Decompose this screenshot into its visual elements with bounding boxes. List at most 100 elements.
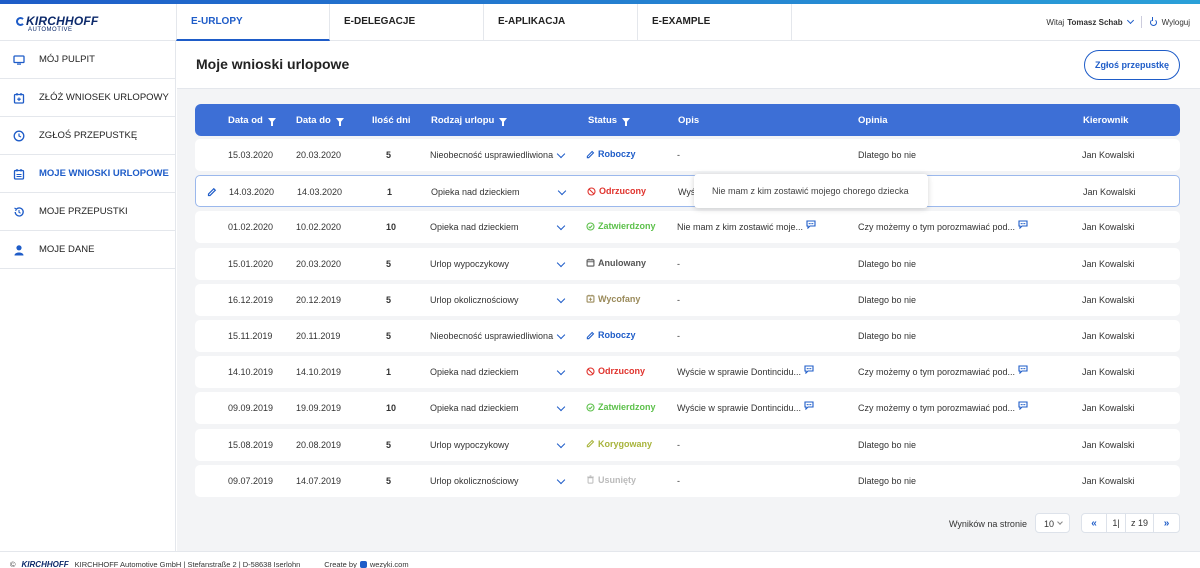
chevron-down-icon[interactable]: [1126, 16, 1134, 25]
description-text: Wyś: [678, 187, 696, 198]
first-page-button[interactable]: «: [1082, 514, 1107, 532]
header-label: Data od: [228, 115, 263, 126]
sidebar-item-moj-pulpit[interactable]: MÓJ PULPIT: [0, 41, 175, 79]
user-name[interactable]: Tomasz Schab: [1067, 18, 1122, 27]
sidebar-item-moje-dane[interactable]: MOJE DANE: [0, 231, 175, 269]
chevron-down-icon[interactable]: [556, 475, 566, 485]
cell-leave-type: Urlop okolicznościowy: [430, 294, 519, 305]
sidebar-item-zloz-wniosek[interactable]: ZŁÓŻ WNIOSEK URLOPOWY: [0, 79, 175, 117]
cell-manager: Jan Kowalski: [1082, 222, 1135, 233]
logo-main-text: KIRCHHOFF: [26, 14, 99, 28]
tab-e-urlopy[interactable]: E-URLOPY: [176, 4, 330, 41]
cell-manager: Jan Kowalski: [1082, 331, 1135, 341]
status-icon: [586, 439, 595, 448]
logo-swoosh-icon: [16, 16, 25, 26]
cell-days: 5: [386, 439, 392, 450]
chevron-down-icon[interactable]: [556, 403, 566, 412]
table-row[interactable]: 14.03.2020 14.03.2020 1 Opieka nad dzieckie…: [195, 175, 1180, 208]
table-header: Data od Data do Ilość dni Rodzaj urlopu …: [195, 104, 1180, 136]
cell-date-from: 15.01.2020: [228, 258, 274, 269]
header-type[interactable]: Rodzaj urlopu: [431, 115, 508, 126]
tab-e-aplikacja[interactable]: E-APLIKACJA: [484, 4, 638, 41]
sidebar-item-moje-przepustki[interactable]: MOJE PRZEPUSTKI: [0, 193, 175, 231]
cell-date-to: 10.02.2020: [296, 222, 342, 233]
chevron-down-icon[interactable]: [556, 258, 566, 267]
cell-manager: Jan Kowalski: [1082, 439, 1135, 450]
tab-e-example[interactable]: E-EXAMPLE: [638, 4, 792, 41]
status-icon: [586, 403, 595, 412]
filter-icon[interactable]: [499, 118, 508, 126]
filter-icon[interactable]: [267, 118, 276, 126]
chevron-down-icon: [1057, 519, 1063, 525]
cell-manager: Jan Kowalski: [1083, 187, 1136, 198]
chevron-down-icon[interactable]: [556, 330, 566, 340]
table-row[interactable]: 15.03.2020 20.03.2020 5 Nieobecność usprawi…: [195, 139, 1180, 171]
sidebar-item-label: MOJE WNIOSKI URLOPOWE: [39, 168, 169, 179]
edit-icon[interactable]: [207, 187, 217, 197]
chevron-down-icon[interactable]: [557, 186, 567, 196]
chevron-down-icon[interactable]: [556, 149, 566, 159]
table-row[interactable]: 14.10.2019 14.10.2019 1 Opieka nad dzieckie…: [195, 356, 1180, 389]
description-text: -: [677, 258, 680, 269]
current-page-input[interactable]: 1|: [1107, 514, 1126, 532]
description-text: -: [677, 294, 680, 305]
comment-icon[interactable]: [806, 220, 816, 230]
table-row[interactable]: 09.09.2019 19.09.2019 10 Opieka nad dziecki…: [195, 392, 1180, 425]
header-status[interactable]: Status: [588, 115, 631, 126]
header-date-from[interactable]: Data od: [228, 115, 276, 126]
table-row[interactable]: 15.01.2020 20.03.2020 5 Urlop wypoczykowy An…: [195, 247, 1180, 280]
header-date-to[interactable]: Data do: [296, 115, 344, 126]
cell-date-to: 20.12.2019: [296, 294, 342, 305]
filter-icon[interactable]: [335, 118, 344, 126]
sidebar-item-label: ZŁÓŻ WNIOSEK URLOPOWY: [39, 92, 169, 103]
cell-opinion: Czy możemy o tym porozmawiać pod...: [858, 365, 1028, 377]
opinion-text: Dlatego bo nie: [858, 475, 917, 486]
sidebar-item-zglos-przepustke[interactable]: ZGŁOŚ PRZEPUSTKĘ: [0, 117, 175, 155]
comment-icon[interactable]: [1018, 365, 1028, 375]
comment-icon[interactable]: [804, 401, 814, 411]
report-pass-button[interactable]: Zgłoś przepustkę: [1084, 50, 1180, 80]
comment-icon[interactable]: [1018, 220, 1028, 230]
cell-opinion: Czy możemy o tym porozmawiać pod...: [858, 401, 1028, 413]
status-label: Usunięty: [598, 474, 637, 485]
company-logo[interactable]: KIRCHHOFF AUTOMOTIVE: [16, 14, 176, 33]
cell-days: 1: [386, 367, 392, 378]
comment-icon[interactable]: [804, 365, 814, 375]
status-badge: Korygowany: [586, 439, 652, 449]
power-icon[interactable]: [1149, 16, 1157, 26]
status-badge: Zatwierdzony: [586, 402, 656, 412]
cell-opinion: Dlatego bo nie: [858, 440, 916, 450]
cell-manager: Jan Kowalski: [1082, 294, 1135, 305]
comment-icon[interactable]: [1018, 401, 1028, 411]
status-label: Roboczy: [598, 330, 636, 340]
chevron-down-icon[interactable]: [556, 222, 566, 231]
status-label: Roboczy: [598, 149, 636, 159]
last-page-button[interactable]: »: [1154, 514, 1179, 532]
table-row[interactable]: 15.11.2019 20.11.2019 5 Nieobecność usprawi…: [195, 320, 1180, 352]
tab-e-delegacje[interactable]: E-DELEGACJE: [330, 4, 484, 41]
header-label: Status: [588, 115, 618, 126]
cell-manager: Jan Kowalski: [1082, 150, 1135, 160]
cell-description: Wyście w sprawie Dontincidu...: [677, 401, 814, 413]
status-label: Korygowany: [598, 438, 653, 449]
chevron-down-icon[interactable]: [556, 439, 566, 448]
cell-manager: Jan Kowalski: [1082, 258, 1135, 269]
status-icon: [586, 295, 595, 303]
table-row[interactable]: 09.07.2019 14.07.2019 5 Urlop okolicznościo…: [195, 464, 1180, 497]
footer-creator-link[interactable]: wezyki.com: [370, 560, 409, 568]
status-icon: [587, 475, 594, 484]
chevron-down-icon[interactable]: [556, 366, 566, 376]
header-label: Data do: [296, 115, 331, 126]
per-page-select[interactable]: 10: [1035, 513, 1070, 533]
table-row[interactable]: 01.02.2020 10.02.2020 10 Opieka nad dziecki…: [195, 211, 1180, 244]
table-row[interactable]: 15.08.2019 20.08.2019 5 Urlop wypoczykowy Ko…: [195, 428, 1180, 461]
cell-days: 5: [386, 294, 392, 305]
filter-icon[interactable]: [622, 118, 631, 126]
sidebar-item-moje-wnioski[interactable]: MOJE WNIOSKI URLOPOWE: [0, 155, 175, 193]
opinion-text: Dlatego bo nie: [858, 331, 917, 341]
description-text: -: [677, 439, 680, 450]
logout-link[interactable]: Wyloguj: [1162, 18, 1190, 27]
description-text: -: [677, 475, 680, 486]
chevron-down-icon[interactable]: [556, 294, 566, 304]
table-row[interactable]: 16.12.2019 20.12.2019 5 Urlop okolicznościo…: [195, 283, 1180, 316]
